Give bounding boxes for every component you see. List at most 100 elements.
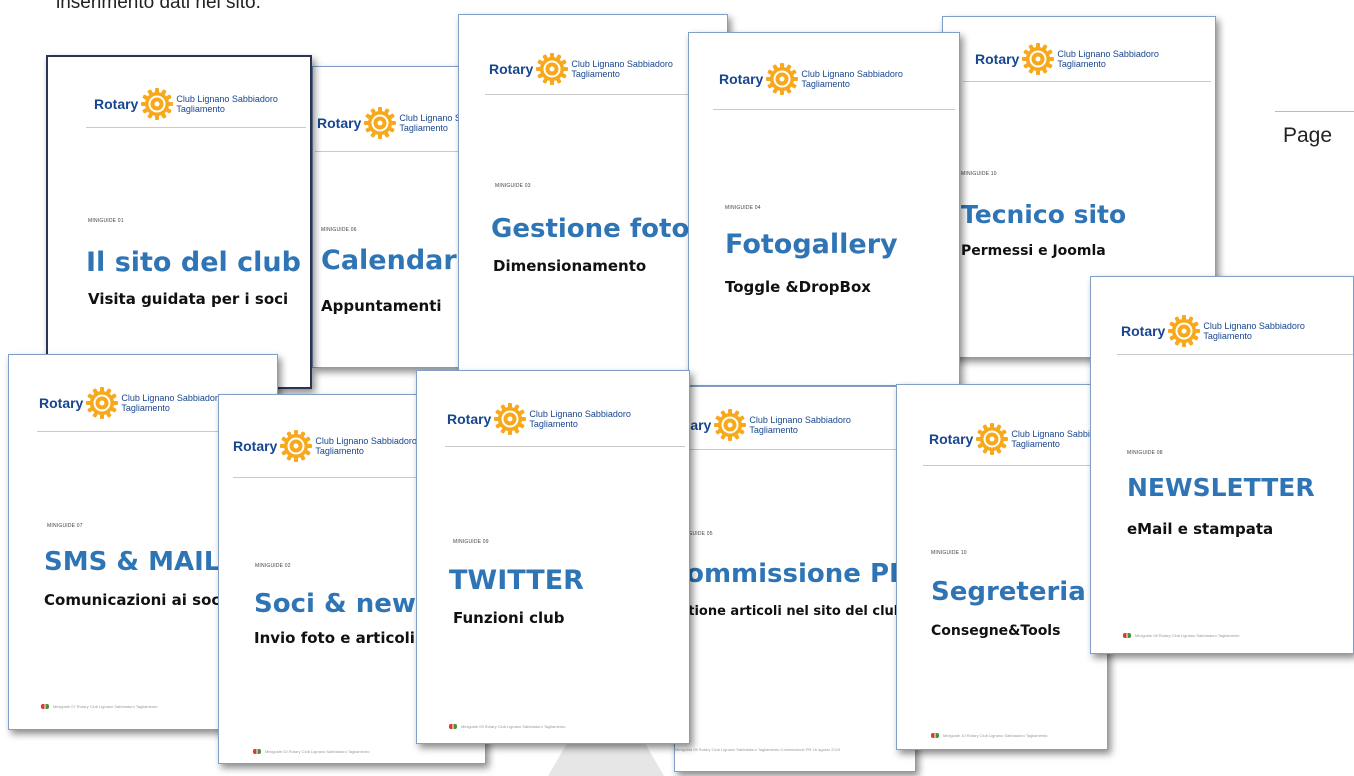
club-name: Club Lignano SabbiadoroTagliamento xyxy=(315,436,417,456)
club-name-line1: Club Lignano Sabbiadoro xyxy=(121,393,223,403)
footer-logo-icon xyxy=(41,704,49,709)
card-footer: Miniguide 08 Rotary Club Lignano Sabbiad… xyxy=(1123,633,1239,638)
card-subtitle: Invio foto e articoli xyxy=(254,629,415,647)
rotary-wheel-icon xyxy=(280,430,313,462)
card-title: TWITTER xyxy=(449,565,584,596)
club-name: Club Lignano SabbiadoroTagliamento xyxy=(1203,321,1305,341)
club-name-line2: Tagliamento xyxy=(176,104,225,114)
header-rule xyxy=(963,81,1211,82)
header-rule xyxy=(675,449,911,450)
rotary-logo: Rotary Club Lignano SabbiadoroTagliament… xyxy=(94,88,278,120)
miniguide-label: MINIGUIDE 10 xyxy=(961,171,997,177)
miniguide-label: MINIGUIDE 10 xyxy=(931,550,967,556)
rotary-wordmark: Rotary xyxy=(719,71,764,87)
card-footer: Miniguida 05 Rotary Club Lignano Sabbiad… xyxy=(675,747,840,752)
club-name: Club Lignano SabbiadoroTagliamento xyxy=(121,393,223,413)
club-name-line2: Tagliamento xyxy=(1203,331,1252,341)
club-name: Club Lignano SabbiadoroTagliamento xyxy=(176,94,278,114)
rotary-wheel-icon xyxy=(714,409,747,441)
card-footer-text: Miniguide 02 Rotary Club Lignano Sabbiad… xyxy=(265,749,370,754)
rotary-logo: Rotary Club Lignano SabbiadoroTagliament… xyxy=(39,387,223,419)
page-label: Page xyxy=(1283,124,1333,147)
rotary-wheel-icon xyxy=(1168,315,1201,347)
club-name: Club Lignano SabbiadoroTagliamento xyxy=(801,69,903,89)
rotary-wheel-icon xyxy=(766,63,799,95)
card-subtitle: Funzioni club xyxy=(453,609,565,627)
rotary-logo: Rotary Club Lignano SabbiadoroTagliament… xyxy=(675,409,851,441)
card-title: SMS & MAILS xyxy=(44,547,240,577)
card-title: Commissione PR xyxy=(674,559,910,589)
club-name-line1: Club Lignano Sabbiadoro xyxy=(1057,49,1159,59)
rotary-wheel-icon xyxy=(141,88,174,120)
page-label-rule xyxy=(1275,111,1354,112)
club-name-line2: Tagliamento xyxy=(1011,439,1060,449)
club-name: Club Lignano SabbiadoroTagliamento xyxy=(529,409,631,429)
card-calendar: Rotary Club Lignano SabbiadoroTagliament… xyxy=(312,66,474,368)
rotary-logo: Rotary Club Lignano SabbiadoroTagliament… xyxy=(719,63,903,95)
card-subtitle: eMail e stampata xyxy=(1127,520,1274,538)
card-sito-club: Rotary Club Lignano Sabbiadoro Tagliament… xyxy=(46,55,312,389)
card-newsletter: Rotary Club Lignano Sabbiadoro Tagliament… xyxy=(1090,276,1354,654)
card-footer-text: Miniguida 05 Rotary Club Lignano Sabbiad… xyxy=(675,747,841,752)
club-name: Club Lignano SabbiadoroTagliamento xyxy=(749,415,851,435)
rotary-logo: Rotary Club Lignano SabbiadoroTagliament… xyxy=(489,53,673,85)
miniguide-label: MINIGUIDE 09 xyxy=(453,539,489,545)
card-subtitle: Toggle &DropBox xyxy=(725,278,871,296)
card-footer: Miniguide 09 Rotary Club Lignano Sabbiad… xyxy=(449,724,565,729)
card-subtitle: Dimensionamento xyxy=(493,257,647,275)
card-footer-text: Miniguide 10 Rotary Club Lignano Sabbiad… xyxy=(943,733,1048,738)
rotary-logo: Rotary Club Lignano SabbiadoroTagliament… xyxy=(975,43,1159,75)
miniguide-label: MINIGUIDE 04 xyxy=(725,205,761,211)
rotary-wheel-icon xyxy=(494,403,527,435)
rotary-logo: Rotary Club Lignano SabbiadoroTagliament… xyxy=(929,423,1107,455)
header-rule xyxy=(86,127,306,128)
card-title: Gestione foto xyxy=(491,214,690,244)
club-name-line1: Club Lignano Sabbiadoro xyxy=(571,59,673,69)
rotary-logo: Rotary Club Lignano SabbiadoroTagliament… xyxy=(233,430,417,462)
card-title: Fotogallery xyxy=(725,229,898,260)
miniguide-label: MINIGUIDE 06 xyxy=(321,227,357,233)
card-subtitle: Gestione articoli nel sito del club xyxy=(674,604,904,619)
club-name-line1: Club Lignano Sabbiadoro xyxy=(801,69,903,79)
rotary-wheel-icon xyxy=(364,107,397,139)
card-footer-text: Miniguide 09 Rotary Club Lignano Sabbiad… xyxy=(461,724,566,729)
rotary-wordmark: Rotary xyxy=(1121,323,1166,339)
card-commissione-pr: Rotary Club Lignano SabbiadoroTagliament… xyxy=(674,386,916,772)
club-name: Club Lignano SabbiadoroTagliamento xyxy=(1057,49,1159,69)
rotary-wheel-icon xyxy=(976,423,1009,455)
club-name-line1: Club Lignano Sabbiadoro xyxy=(1203,321,1305,331)
club-name-line1: Club Lignano Sabbiadoro xyxy=(529,409,631,419)
card-segreteria: Rotary Club Lignano Sabbiadoro Tagliament… xyxy=(896,384,1108,750)
header-rule xyxy=(315,151,471,152)
club-name: Club Lignano SabbiadoroTagliamento xyxy=(571,59,673,79)
rotary-wheel-icon xyxy=(86,387,119,419)
card-title: Il sito del club xyxy=(86,247,301,278)
card-title: Tecnico sito xyxy=(961,200,1127,229)
club-name-line2: Tagliamento xyxy=(529,419,578,429)
rotary-logo: Rotary Club Lignano SabbiadoroTagliament… xyxy=(447,403,631,435)
card-footer-text: Miniguide 08 Rotary Club Lignano Sabbiad… xyxy=(1135,633,1240,638)
card-footer: Miniguide 10 Rotary Club Lignano Sabbiad… xyxy=(931,733,1047,738)
footer-logo-icon xyxy=(1123,633,1131,638)
card-fotogallery: Rotary Club Lignano Sabbiadoro Tagliament… xyxy=(688,32,960,386)
club-name-line1: Club Lignano Sabbiadoro xyxy=(749,415,851,425)
rotary-wordmark: Rotary xyxy=(39,395,84,411)
rotary-wordmark: Rotary xyxy=(489,61,534,77)
card-footer-text: Miniguide 07 Rotary Club Lignano Sabbiad… xyxy=(53,704,158,709)
card-subtitle: Visita guidata per i soci xyxy=(88,290,289,308)
card-footer: Miniguide 07 Rotary Club Lignano Sabbiad… xyxy=(41,704,157,709)
miniguide-label: MINIGUIDE 07 xyxy=(47,523,83,529)
header-rule xyxy=(1117,354,1353,355)
club-name-line2: Tagliamento xyxy=(571,69,620,79)
card-title: Calendar xyxy=(321,245,457,276)
rotary-wheel-icon xyxy=(536,53,569,85)
card-subtitle: Permessi e Joomla xyxy=(961,243,1106,259)
footer-logo-icon xyxy=(449,724,457,729)
rotary-wordmark: Rotary xyxy=(317,115,362,131)
club-name-line1: Club Lignano Sabbiadoro xyxy=(315,436,417,446)
rotary-wordmark: Rotary xyxy=(233,438,278,454)
card-footer: Miniguide 02 Rotary Club Lignano Sabbiad… xyxy=(253,749,369,754)
rotary-wordmark: Rotary xyxy=(94,96,139,112)
card-title: Segreteria xyxy=(931,577,1086,607)
card-title: NEWSLETTER xyxy=(1127,473,1315,502)
